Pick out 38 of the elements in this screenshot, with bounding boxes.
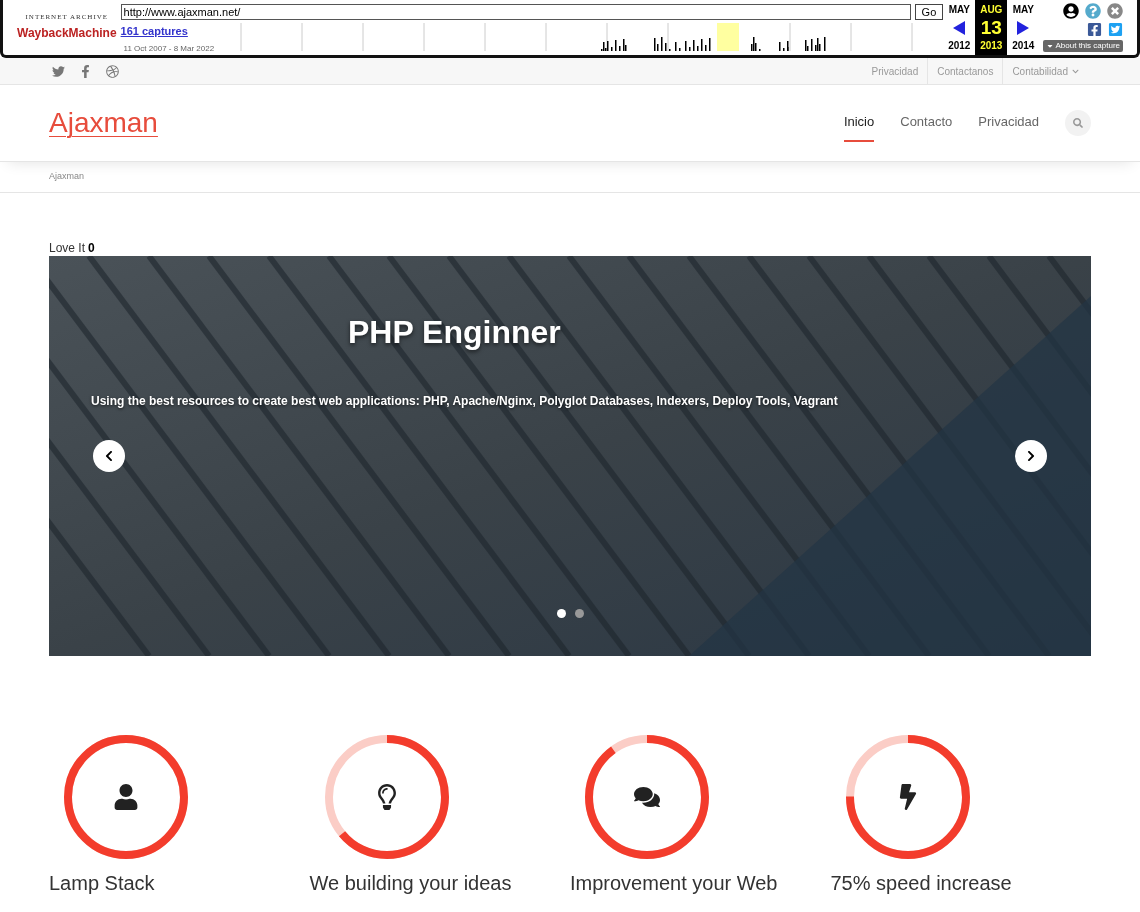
caret-icon	[1045, 42, 1054, 50]
feature-title: Lamp Stack	[49, 871, 156, 896]
previous-arrow-icon[interactable]	[953, 20, 966, 35]
twitter-icon[interactable]	[1108, 22, 1123, 37]
calendar-month[interactable]: AUG 13 2013	[975, 0, 1008, 55]
next-arrow-icon[interactable]	[1017, 20, 1030, 35]
search-button[interactable]	[1065, 110, 1091, 136]
site-logo[interactable]: Ajaxman	[49, 102, 158, 144]
user-icon	[113, 784, 139, 810]
close-icon[interactable]	[1107, 3, 1123, 19]
captures-link[interactable]: 161 captures	[120, 23, 239, 40]
calendar-month[interactable]: MAY 2014	[1007, 0, 1040, 55]
go-button[interactable]: Go	[914, 4, 944, 20]
feature-title: Improvement your Web	[570, 871, 779, 896]
breadcrumb-link[interactable]: Ajaxman	[49, 170, 84, 184]
date-range: 11 Oct 2007 - 8 Mar 2022	[123, 42, 216, 55]
about-capture-button[interactable]: About this capture	[1042, 40, 1123, 52]
calendar-month[interactable]: MAY 2012	[943, 0, 976, 55]
facebook-icon[interactable]	[1087, 22, 1102, 37]
nav-link[interactable]: Inicio	[843, 104, 875, 142]
chat-bubbles-icon	[634, 784, 660, 810]
nav-link[interactable]: Privacidad	[978, 104, 1039, 142]
facebook-icon[interactable]	[79, 64, 92, 78]
feature-title: We building your ideas	[309, 871, 513, 896]
chevron-right-icon	[1025, 450, 1037, 462]
slide-title: PHP Enginner	[347, 313, 562, 352]
slide-caption: Using the best resources to create best web applications: PHP, Apache/Nginx, Polyglot Databases, Indexers, Deploy Tools, Vagrant	[90, 393, 839, 410]
url-field[interactable]: http://www.ajaxman.net/	[120, 4, 911, 20]
twitter-icon[interactable]	[52, 64, 65, 78]
chevron-left-icon	[103, 450, 115, 462]
feature-title: 75% speed increase	[830, 871, 1013, 896]
love-label[interactable]: Love It	[49, 239, 86, 257]
nav-link[interactable]: Contacto	[900, 104, 953, 142]
dribbble-icon[interactable]	[106, 64, 119, 78]
search-icon	[1073, 118, 1083, 128]
account-icon[interactable]	[1063, 3, 1079, 19]
love-count: 0	[88, 240, 95, 257]
wayback-logo[interactable]: WaybackMachine	[17, 22, 117, 43]
